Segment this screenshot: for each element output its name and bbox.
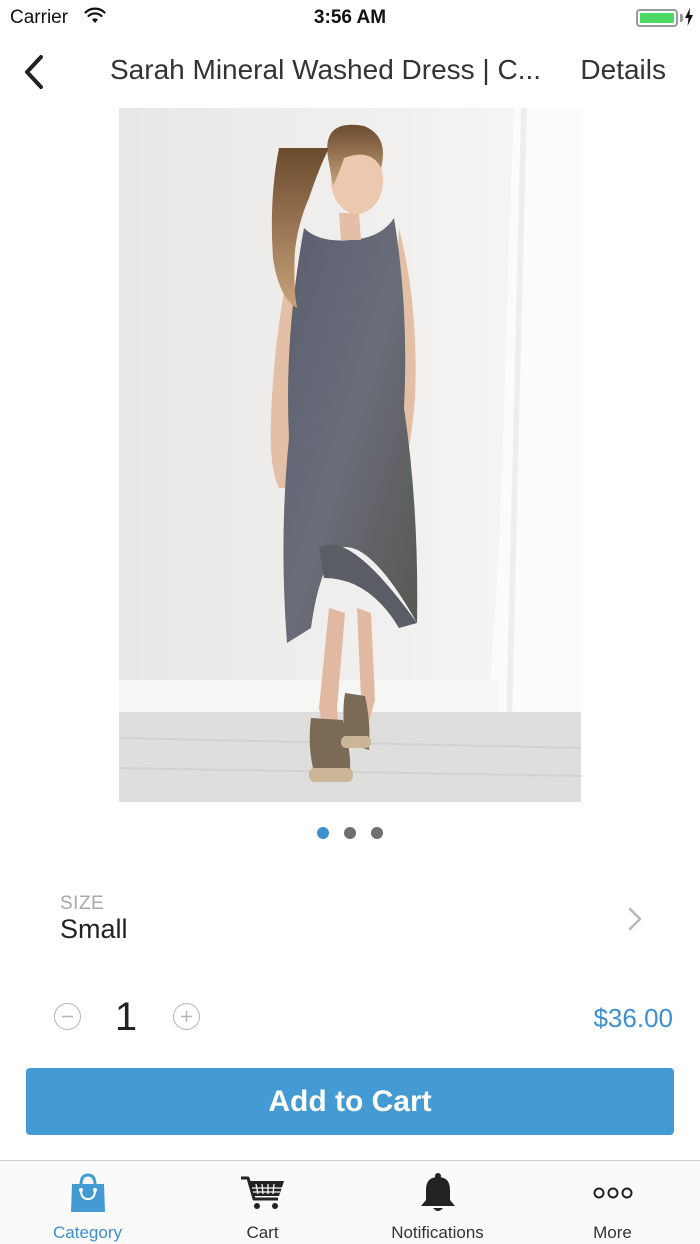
- status-bar: Carrier 3:56 AM: [0, 0, 700, 36]
- battery-icon: [636, 9, 678, 27]
- tab-label-more: More: [593, 1223, 632, 1242]
- tab-more[interactable]: More: [525, 1161, 700, 1244]
- plus-icon: [181, 1011, 192, 1022]
- quantity-stepper: 1 $36.00: [0, 995, 700, 1041]
- cart-icon: [175, 1171, 350, 1215]
- tab-bar: Category Cart Notifications More: [0, 1160, 700, 1244]
- price: $36.00: [593, 1003, 673, 1033]
- increase-quantity-button[interactable]: [173, 1003, 200, 1030]
- size-label: SIZE: [60, 893, 105, 914]
- tab-cart[interactable]: Cart: [175, 1161, 350, 1244]
- tab-notifications[interactable]: Notifications: [350, 1161, 525, 1244]
- clock: 3:56 AM: [313, 7, 387, 28]
- back-button[interactable]: [14, 50, 54, 94]
- details-button[interactable]: Details: [580, 54, 666, 86]
- battery-fill: [640, 13, 674, 23]
- size-selector[interactable]: SIZE Small: [0, 885, 700, 955]
- page-dot-2[interactable]: [344, 827, 356, 839]
- battery-cap: [680, 14, 683, 22]
- decrease-quantity-button[interactable]: [54, 1003, 81, 1030]
- tab-label-cart: Cart: [246, 1223, 279, 1242]
- tab-category[interactable]: Category: [0, 1161, 175, 1244]
- chevron-left-icon: [25, 55, 43, 89]
- product-photo: [119, 108, 581, 802]
- page-dot-1[interactable]: [317, 827, 329, 839]
- add-to-cart-button[interactable]: Add to Cart: [26, 1068, 674, 1135]
- quantity-value: 1: [114, 995, 138, 1039]
- charging-bolt-icon: [684, 8, 694, 31]
- image-page-indicator: [0, 827, 700, 839]
- navigation-bar: Sarah Mineral Washed Dress | C... Detail…: [0, 36, 700, 108]
- size-value: Small: [60, 914, 128, 944]
- minus-icon: [62, 1015, 73, 1018]
- shopping-bag-icon: [0, 1171, 175, 1215]
- page-title: Sarah Mineral Washed Dress | C...: [110, 54, 542, 85]
- page-dot-3[interactable]: [371, 827, 383, 839]
- product-image[interactable]: [119, 108, 581, 802]
- bell-icon: [350, 1171, 525, 1215]
- chevron-right-icon: [628, 907, 642, 936]
- tab-label-notifications: Notifications: [391, 1223, 484, 1242]
- tab-label-category: Category: [53, 1223, 122, 1242]
- more-icon: [525, 1171, 700, 1215]
